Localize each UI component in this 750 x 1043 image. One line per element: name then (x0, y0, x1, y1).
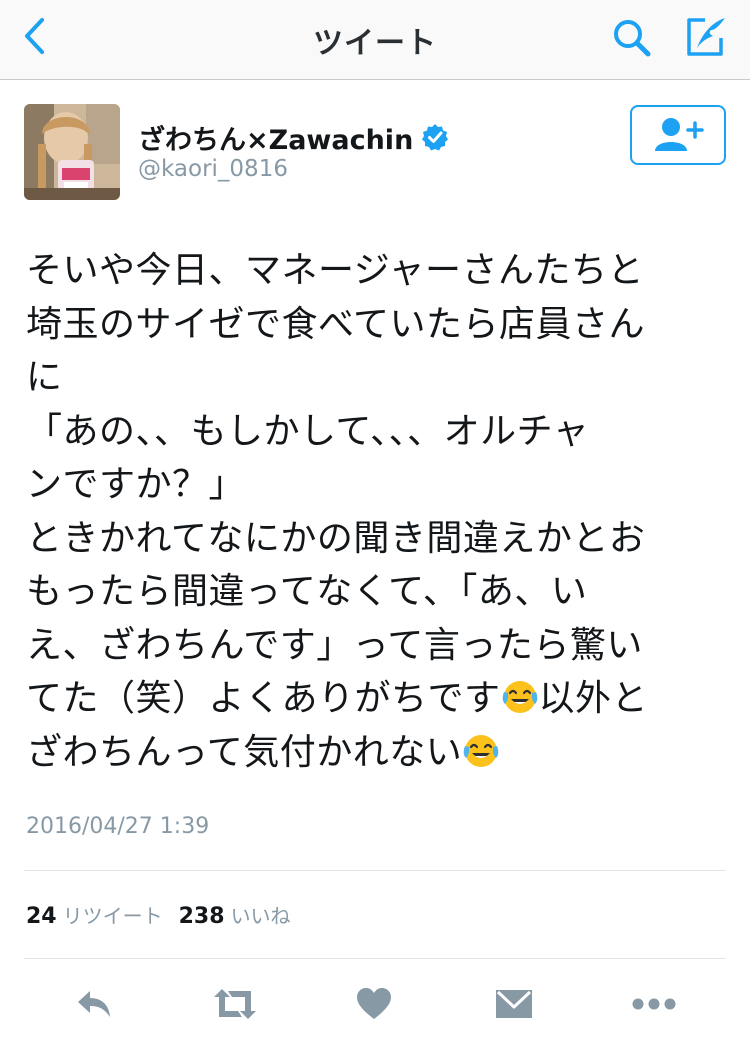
tweet-line: ざわちんって気付かれない (26, 731, 463, 773)
tweet-line: え、ざわちんです」って言ったら驚い (26, 624, 643, 666)
retweet-button[interactable] (211, 981, 259, 1027)
navigation-bar: ツイート (0, 0, 750, 80)
display-name[interactable]: ざわちん×Zawachin (138, 118, 413, 157)
tweet-line: もったら間違ってなくて、「あ、い (26, 571, 588, 612)
tweet-line: ンですか？」 (26, 464, 246, 505)
more-icon (632, 998, 676, 1010)
search-button[interactable] (607, 14, 657, 62)
reply-button[interactable] (70, 981, 118, 1027)
tweet-action-bar (0, 975, 750, 1035)
retweet-icon (214, 989, 256, 1019)
tears-of-joy-emoji-icon (502, 681, 537, 713)
retweet-label[interactable]: リツイート (63, 900, 163, 929)
follow-button[interactable] (630, 105, 726, 165)
divider (24, 870, 726, 871)
tweet-line: ときかれてなにかの聞き間違えかとお (26, 517, 646, 559)
envelope-icon (496, 990, 532, 1018)
like-button[interactable] (350, 981, 398, 1027)
tweet-text: そいや今日、マネージャーさんたちと 埼玉のサイゼで食べていたら店員さん に 「あ… (26, 244, 726, 779)
verified-badge-icon (422, 124, 449, 151)
compose-icon (687, 18, 725, 56)
tweet-line: 以外と (538, 678, 649, 719)
compose-button[interactable] (680, 12, 732, 62)
tweet-timestamp: 2016/04/27 1:39 (26, 814, 210, 839)
search-icon (614, 20, 651, 57)
user-handle[interactable]: @kaori_0816 (138, 156, 288, 182)
direct-message-button[interactable] (490, 981, 538, 1027)
tweet-line: 埼玉のサイゼで食べていたら店員さん (26, 303, 646, 345)
tears-of-joy-emoji-icon (463, 734, 499, 767)
retweet-count[interactable]: 24 (26, 904, 57, 929)
avatar[interactable] (24, 104, 120, 200)
tweet-line: 「あの、、もしかして、、、オルチャ (26, 410, 590, 452)
like-count[interactable]: 238 (179, 904, 225, 929)
like-label[interactable]: いいね (231, 900, 291, 929)
add-user-icon (655, 118, 704, 151)
tweet-line: そいや今日、マネージャーさんたちと (26, 250, 644, 291)
display-name-row: ざわちん×Zawachin (138, 118, 449, 157)
tweet-line: てた（笑）よくありがちです (26, 678, 501, 719)
avatar-photo (24, 104, 120, 200)
divider (24, 958, 726, 959)
tweet-stats: 24 リツイート 238 いいね (26, 900, 307, 929)
heart-icon (357, 988, 391, 1019)
reply-icon (78, 991, 110, 1017)
tweet-line: に (26, 357, 63, 398)
more-button[interactable] (630, 981, 678, 1027)
